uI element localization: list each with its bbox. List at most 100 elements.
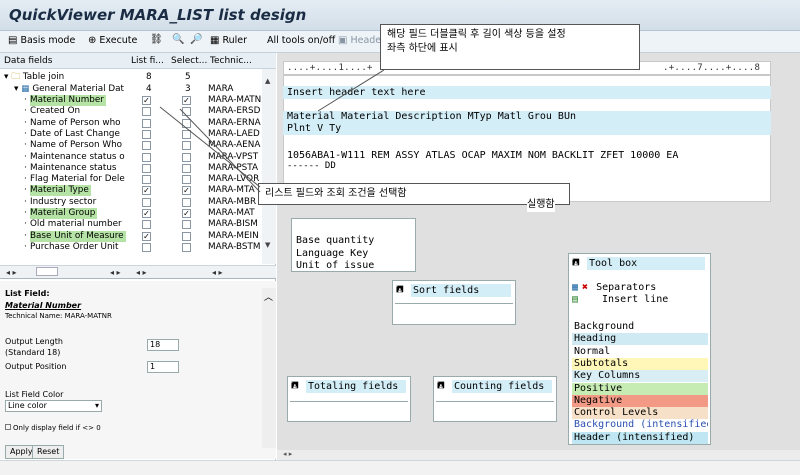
column-headings-line[interactable]: Material Material Description MTyp Matl … xyxy=(283,111,771,123)
selection-field-checkbox[interactable] xyxy=(182,197,191,207)
list-field-checkbox[interactable] xyxy=(142,107,151,117)
find-next-button[interactable]: 🔎 xyxy=(190,35,202,45)
find-button[interactable]: 🔍 xyxy=(172,35,184,45)
selection-field-checkbox[interactable] xyxy=(182,118,191,128)
list-field-checkbox[interactable] xyxy=(142,118,151,128)
color-option[interactable]: Background (intensified) xyxy=(572,419,708,432)
col-data-fields[interactable]: Data fields xyxy=(4,56,124,66)
list-field-checkbox[interactable]: ✓ xyxy=(142,209,151,218)
all-tools-button[interactable]: All tools on/off xyxy=(267,35,335,46)
column-headings-line-2[interactable]: Plnt V Ty xyxy=(283,123,771,135)
find-next-icon: 🔎 xyxy=(190,34,203,45)
field-row[interactable]: · Old material number MARA-BISM xyxy=(0,219,276,230)
list-field-checkbox[interactable]: ✓ xyxy=(142,231,151,241)
selection-field-checkbox[interactable]: ✓ xyxy=(182,186,191,196)
color-option[interactable]: Normal xyxy=(572,345,708,358)
list-field-checkbox[interactable] xyxy=(142,197,151,207)
field-row[interactable]: · Material Number ✓ ✓ MARA-MATN xyxy=(0,95,276,106)
tool-box[interactable]: 🖪 Tool box ▦ ✖ Separators ▤ Insert line Bac… xyxy=(568,253,711,445)
color-option[interactable]: Background xyxy=(572,321,708,333)
reset-button[interactable]: Reset xyxy=(32,445,65,459)
field-row[interactable]: · Name of Person Who MARA-AENA xyxy=(0,140,276,151)
field-row[interactable]: · Purchase Order Unit MARA-BSTM xyxy=(0,242,276,253)
scroll-thumb[interactable] xyxy=(36,267,58,276)
selection-field-checkbox[interactable] xyxy=(182,242,191,252)
ruler-end: .+....7....+....8 xyxy=(663,63,761,73)
list-field-checkbox[interactable]: ✓ xyxy=(142,96,151,105)
selection-field-checkbox[interactable] xyxy=(182,141,191,151)
hierarchy-button[interactable]: ⛓ xyxy=(150,35,163,45)
color-option[interactable]: Subtotals xyxy=(572,357,708,370)
tree-node-general-material[interactable]: ▾ ▦ General Material Dat 4 3 MARA xyxy=(0,84,276,95)
color-option[interactable]: Header (intensified) xyxy=(572,431,708,444)
list-field-checkbox[interactable]: ✓ xyxy=(142,186,151,196)
hierarchy-icon: ⛓ xyxy=(150,34,163,45)
color-option[interactable]: Positive xyxy=(572,382,708,395)
field-row[interactable]: · Name of Person who MARA-ERNA xyxy=(0,118,276,129)
field-row[interactable]: · Maintenance status o MARA-VPST xyxy=(0,152,276,163)
list-field-checkbox[interactable] xyxy=(142,242,151,252)
selection-field-checkbox[interactable] xyxy=(182,231,191,241)
totaling-fields-box[interactable]: 🖪 Totaling fields xyxy=(287,376,411,422)
field-row[interactable]: · Created On MARA-ERSD xyxy=(0,106,276,117)
selection-field-checkbox[interactable] xyxy=(182,175,191,185)
list-field-checkbox[interactable] xyxy=(142,175,151,185)
col-technical[interactable]: Technic... xyxy=(210,56,260,66)
color-option[interactable]: Key Columns xyxy=(572,370,708,383)
color-option[interactable]: Negative xyxy=(572,394,708,407)
execute-button[interactable]: ⊕ Execute xyxy=(88,35,137,46)
header-button[interactable]: ▣ Header xyxy=(338,35,385,46)
color-option[interactable]: Heading xyxy=(572,333,708,346)
list-field-checkbox[interactable] xyxy=(142,163,151,173)
folder-icon: 🗀 xyxy=(11,72,21,82)
counting-fields-box[interactable]: 🖪 Counting fields xyxy=(433,376,557,422)
ruler-button[interactable]: ▦ Ruler xyxy=(210,35,247,46)
col-selection[interactable]: Select... xyxy=(171,56,207,66)
list-field-checkbox[interactable] xyxy=(142,152,151,162)
selection-field-checkbox[interactable] xyxy=(182,129,191,139)
col-list-fields[interactable]: List fi... xyxy=(131,56,169,66)
table-join-label: ▾ 🗀 Table join xyxy=(4,72,128,83)
output-length-input[interactable]: 18 xyxy=(147,339,179,351)
properties-scrollbar[interactable]: ︿ xyxy=(262,288,276,448)
field-language-key: Language Key xyxy=(296,247,369,259)
field-color-select[interactable]: Line color ▾ xyxy=(5,400,102,412)
field-row[interactable]: · Maintenance status MARA-PSTA xyxy=(0,163,276,174)
selection-field-checkbox[interactable]: ✓ xyxy=(182,96,191,105)
sort-fields-box[interactable]: 🖪 Sort fields xyxy=(392,280,516,325)
only-display-option[interactable]: Only display field if <> 0 xyxy=(5,424,101,432)
insert-line-tool[interactable]: ▤ Insert line xyxy=(572,294,668,305)
basis-mode-button[interactable]: ▤ Basis mode xyxy=(8,35,75,46)
field-list-box[interactable]: Base quantity Language Key Unit of issue xyxy=(291,218,416,272)
bullet-icon: · xyxy=(24,117,27,128)
totaling-fields-slot xyxy=(290,401,408,413)
field-row[interactable]: · Material Type ✓ ✓ MARA-MTA xyxy=(0,185,276,197)
horizontal-scrollbar[interactable]: ◂ ▸ ◂ ▸ ◂ ▸ ◂ ▸ xyxy=(0,265,276,279)
execute-label: Execute xyxy=(99,35,138,46)
field-name: Maintenance status xyxy=(30,162,117,173)
list-field-checkbox[interactable] xyxy=(142,220,151,230)
separators-tool[interactable]: ▦ ✖ Separators xyxy=(572,282,656,293)
field-row[interactable]: · Date of Last Change MARA-LAED xyxy=(0,129,276,140)
field-row[interactable]: · Material Group ✓ ✓ MARA-MAT xyxy=(0,208,276,219)
color-option[interactable]: Control Levels xyxy=(572,407,708,420)
output-position-input[interactable]: 1 xyxy=(147,361,179,373)
canvas-horizontal-scrollbar[interactable]: ◂ ▸ xyxy=(277,450,800,460)
selection-field-checkbox[interactable]: ✓ xyxy=(182,209,191,218)
bullet-icon: · xyxy=(24,208,27,218)
selection-field-checkbox[interactable] xyxy=(182,107,191,117)
bullet-icon: · xyxy=(24,151,27,162)
selection-field-checkbox[interactable] xyxy=(182,220,191,230)
vertical-scrollbar[interactable]: ▲ ▼ xyxy=(262,69,276,264)
header-text-line[interactable]: Insert header text here xyxy=(283,86,771,99)
only-display-checkbox[interactable] xyxy=(5,424,11,430)
field-row[interactable]: · Industry sector MARA-MBR xyxy=(0,197,276,208)
selection-field-checkbox[interactable] xyxy=(182,163,191,173)
field-row[interactable]: · Base Unit of Measure ✓ MARA-MEIN xyxy=(0,230,276,242)
field-name: Name of Person Who xyxy=(30,140,123,151)
selection-field-checkbox[interactable] xyxy=(182,152,191,162)
tree-node-table-join[interactable]: ▾ 🗀 Table join 8 5 xyxy=(0,72,276,83)
field-row[interactable]: · Flag Material for Dele MARA-LVOR xyxy=(0,174,276,185)
list-field-checkbox[interactable] xyxy=(142,129,151,139)
list-field-checkbox[interactable] xyxy=(142,141,151,151)
